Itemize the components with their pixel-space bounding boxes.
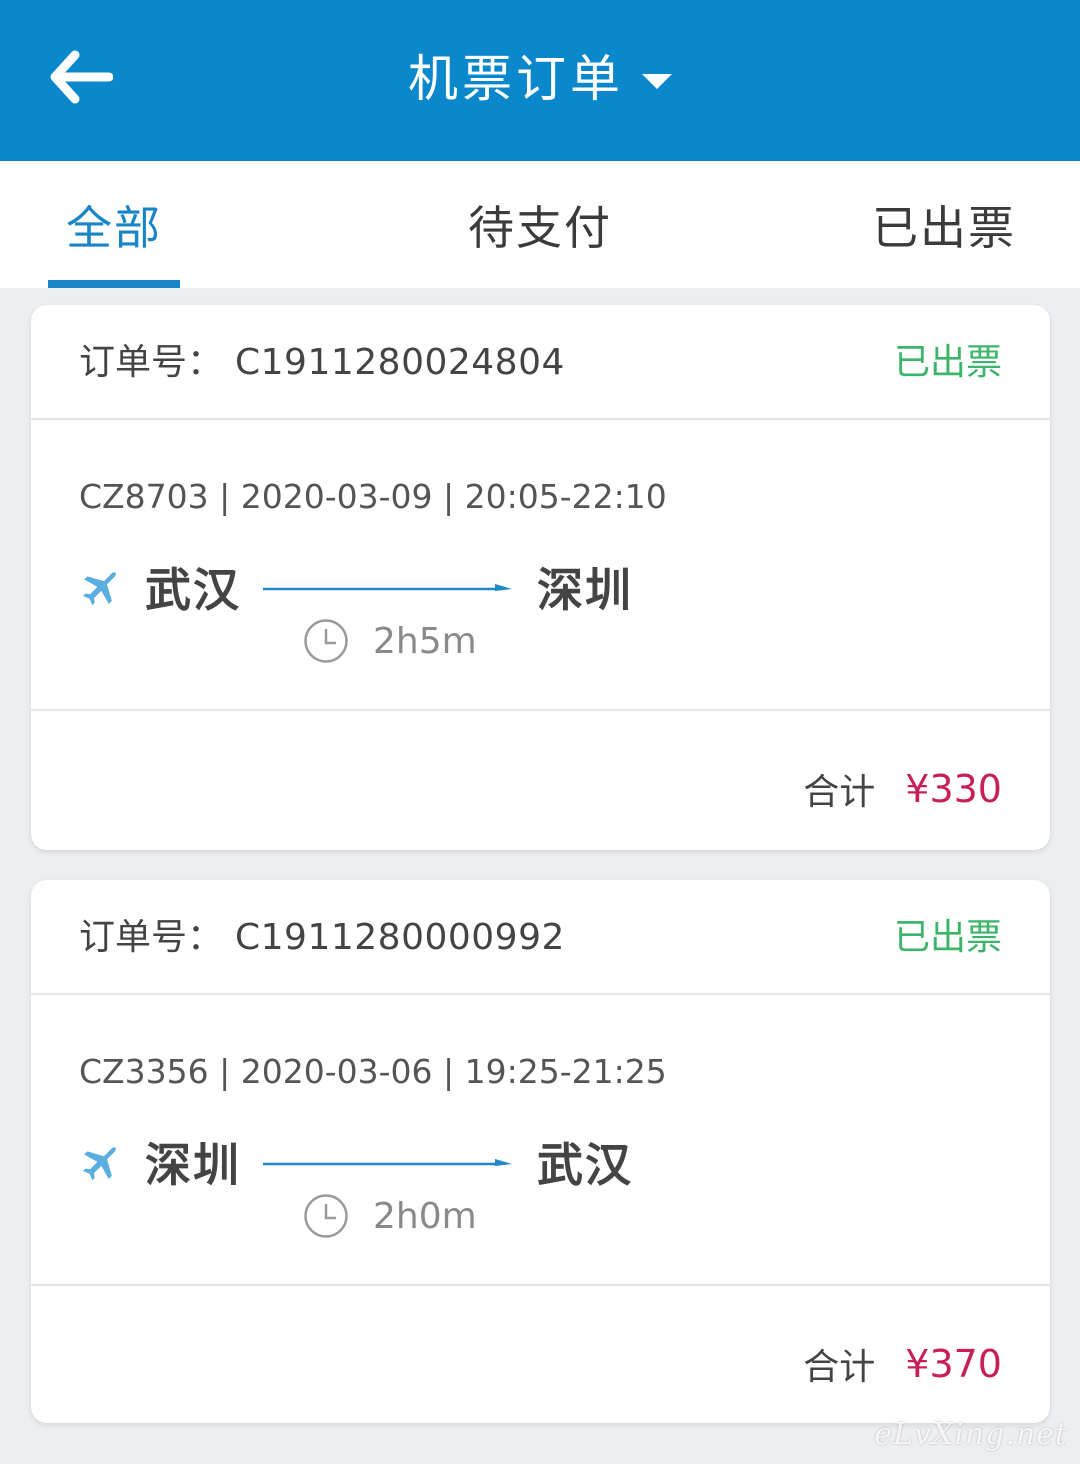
total-group: 合计 ¥330 bbox=[803, 763, 1002, 815]
tab-pending-payment[interactable]: 待支付 bbox=[468, 161, 612, 288]
tab-ticketed[interactable]: 已出票 bbox=[872, 161, 1016, 288]
total-price: ¥370 bbox=[905, 1342, 1002, 1386]
duration-group: 2h5m bbox=[303, 616, 477, 666]
order-card-header: 订单号： C1911280024804 已出票 bbox=[31, 305, 1050, 420]
flight-info: CZ3356 | 2020-03-06 | 19:25-21:25 bbox=[79, 1052, 667, 1091]
departure-city: 深圳 bbox=[145, 1138, 241, 1192]
order-card-body: CZ8703 | 2020-03-09 | 20:05-22:10 武汉 2h5… bbox=[31, 420, 1050, 711]
total-label: 合计 bbox=[803, 1347, 876, 1388]
order-card-footer: 合计 ¥370 bbox=[31, 1286, 1050, 1425]
arrival-city: 武汉 bbox=[537, 1138, 633, 1192]
departure-city: 武汉 bbox=[145, 563, 241, 617]
caret-down-icon bbox=[642, 73, 672, 89]
status-badge: 已出票 bbox=[893, 917, 1002, 958]
total-group: 合计 ¥370 bbox=[803, 1338, 1002, 1390]
order-card-body: CZ3356 | 2020-03-06 | 19:25-21:25 深圳 2h0… bbox=[31, 995, 1050, 1286]
plane-icon bbox=[83, 1146, 117, 1181]
flight-info: CZ8703 | 2020-03-09 | 20:05-22:10 bbox=[79, 477, 667, 516]
order-card[interactable]: 订单号： C1911280024804 已出票 CZ8703 | 2020-03… bbox=[31, 305, 1050, 850]
arrival-city: 深圳 bbox=[537, 563, 633, 617]
total-label: 合计 bbox=[803, 772, 876, 813]
order-number: C1911280024804 bbox=[235, 342, 565, 383]
route-arrow bbox=[263, 584, 512, 591]
order-number: C1911280000992 bbox=[235, 917, 565, 958]
page-title: 机票订单 bbox=[408, 50, 624, 108]
tab-bar: 全部 待支付 已出票 bbox=[0, 161, 1080, 288]
duration-group: 2h0m bbox=[303, 1191, 477, 1241]
flight-duration: 2h0m bbox=[373, 1195, 477, 1237]
total-price: ¥330 bbox=[905, 767, 1002, 811]
route-arrow bbox=[263, 1159, 512, 1166]
order-card-header: 订单号： C1911280000992 已出票 bbox=[31, 880, 1050, 995]
flight-duration: 2h5m bbox=[373, 620, 477, 662]
order-number-label: 订单号： bbox=[79, 342, 224, 383]
app-screen: 机票订单 全部 待支付 已出票 订单号： C1911280024804 已出票 … bbox=[0, 0, 1080, 1464]
clock-icon bbox=[304, 1194, 348, 1238]
plane-icon bbox=[83, 571, 117, 606]
route-row: 武汉 2h5m 深圳 bbox=[79, 560, 779, 670]
top-app-bar: 机票订单 bbox=[0, 0, 1080, 161]
order-card[interactable]: 订单号： C1911280000992 已出票 CZ3356 | 2020-03… bbox=[31, 880, 1050, 1423]
active-tab-indicator bbox=[48, 280, 180, 288]
tab-all[interactable]: 全部 bbox=[66, 161, 162, 288]
order-card-footer: 合计 ¥330 bbox=[31, 711, 1050, 850]
watermark: eLvXing.net bbox=[874, 1417, 1068, 1452]
order-number-label: 订单号： bbox=[79, 917, 224, 958]
clock-icon bbox=[304, 619, 348, 663]
title-dropdown[interactable]: 机票订单 bbox=[0, 46, 1080, 112]
route-row: 深圳 2h0m 武汉 bbox=[79, 1135, 779, 1245]
status-badge: 已出票 bbox=[893, 342, 1002, 383]
